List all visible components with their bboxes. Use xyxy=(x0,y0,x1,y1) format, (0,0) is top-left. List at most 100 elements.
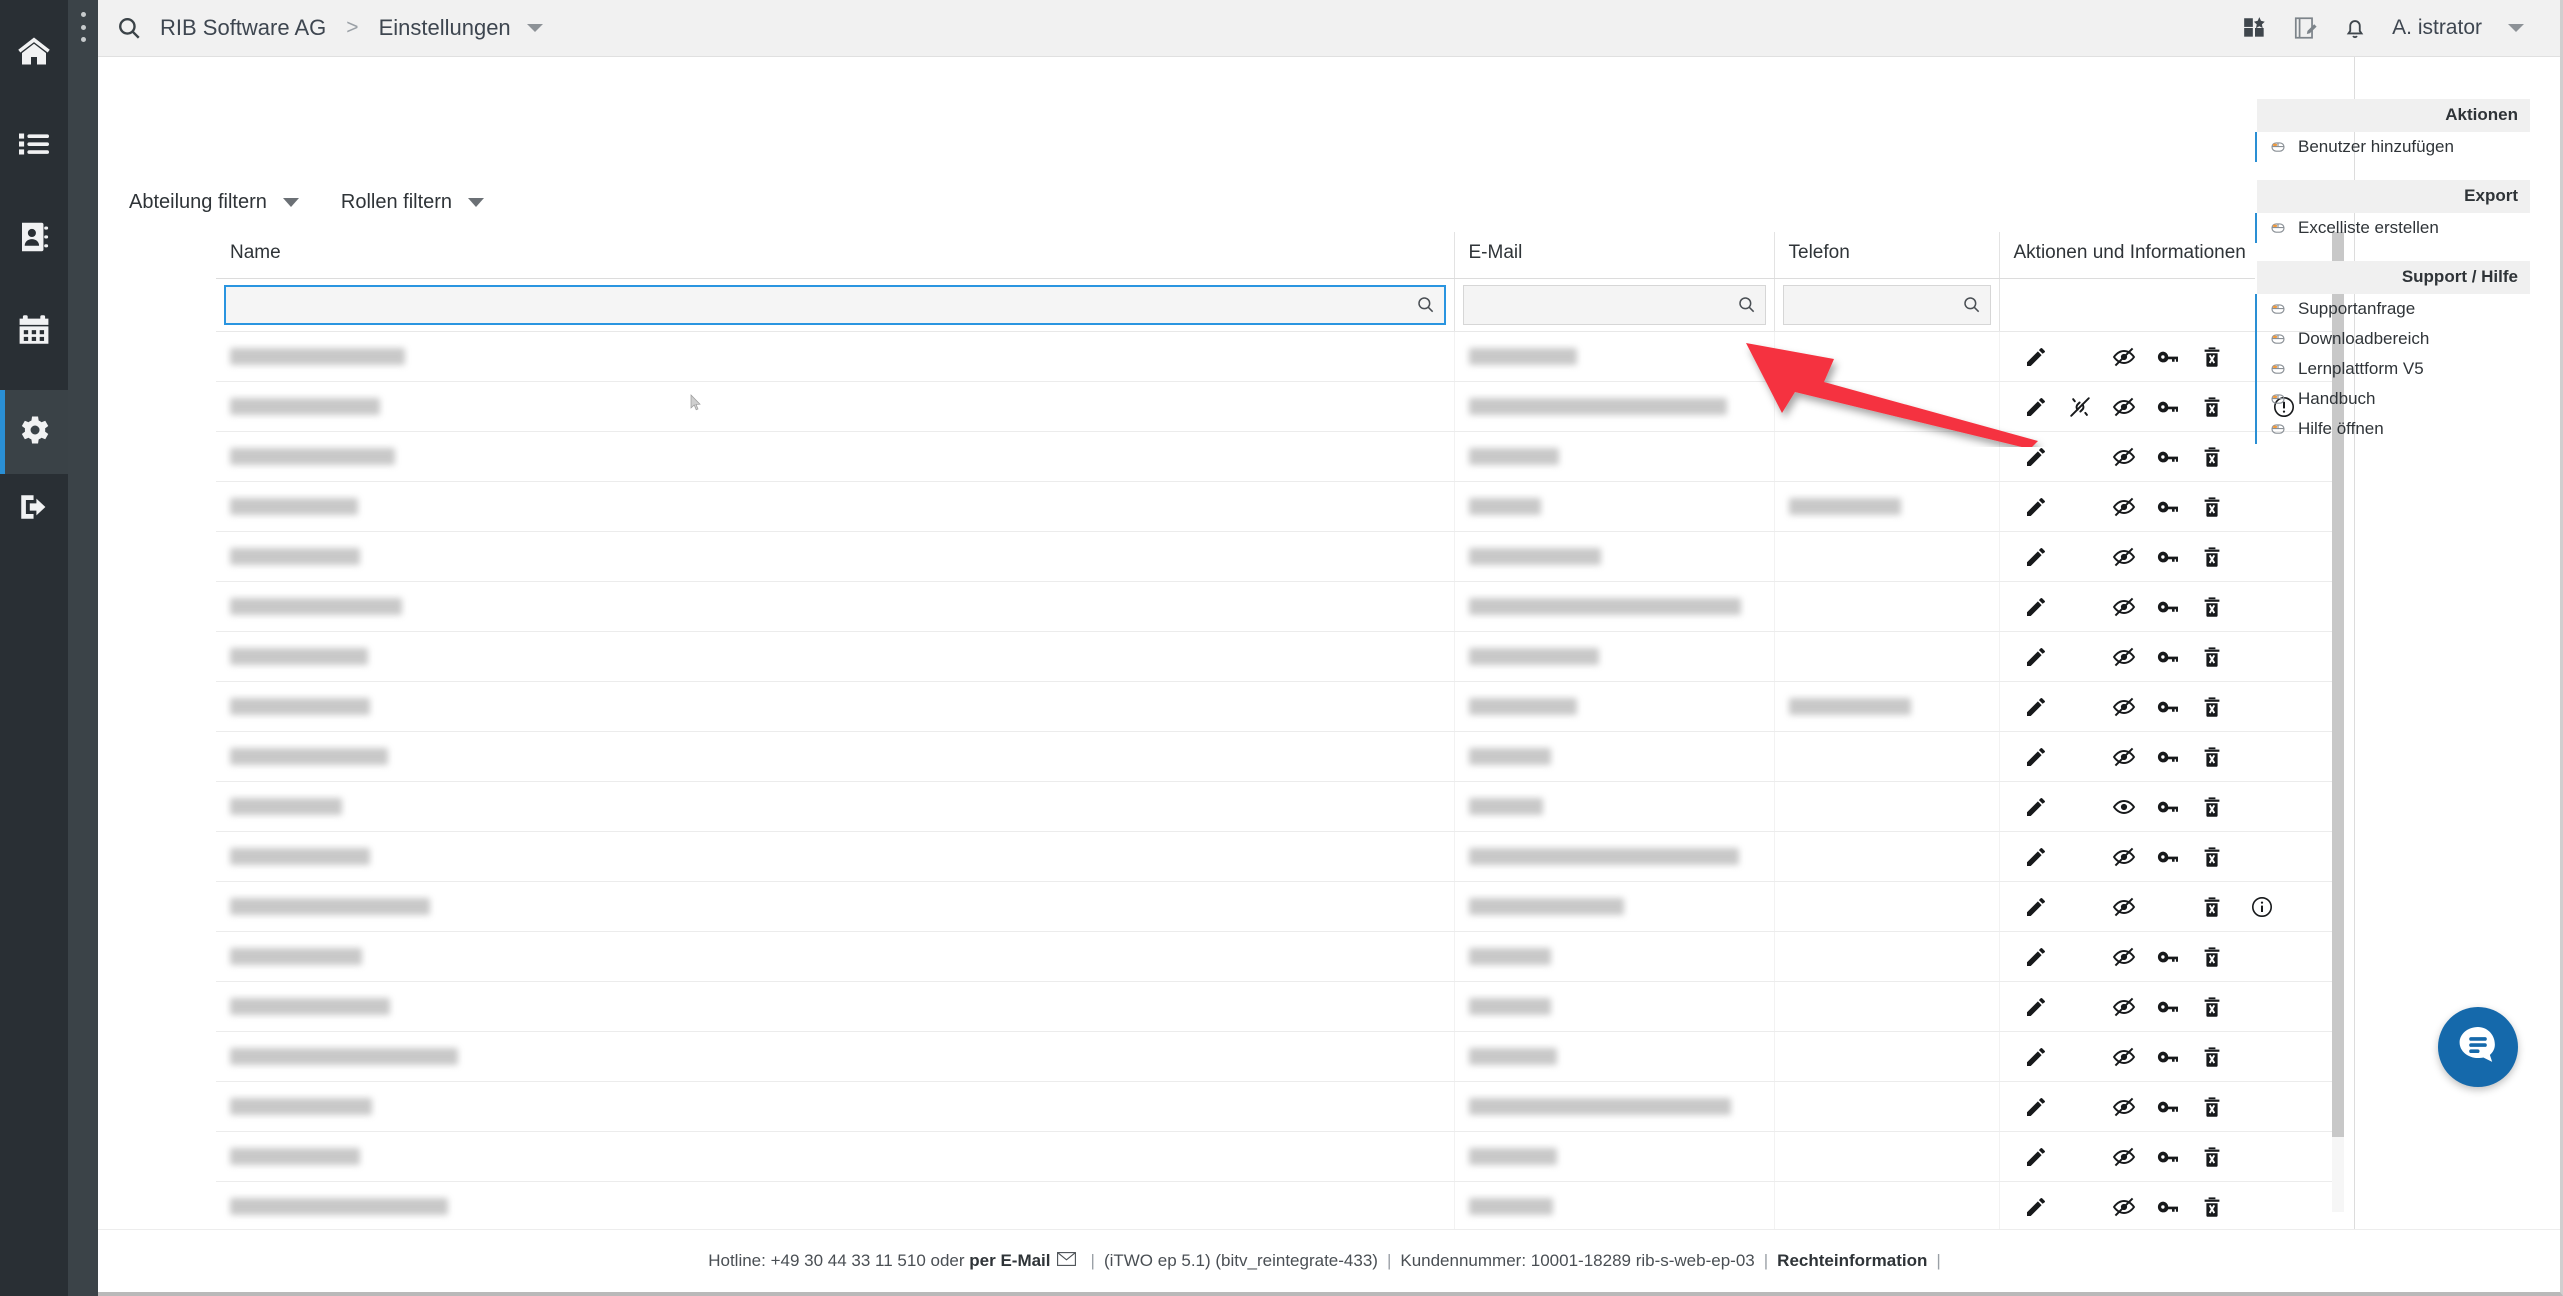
table-row[interactable] xyxy=(216,631,2344,682)
notes-icon[interactable] xyxy=(2292,15,2318,41)
chevron-down-icon[interactable] xyxy=(526,24,543,32)
table-row[interactable] xyxy=(216,331,2344,382)
edit-pencil-icon[interactable] xyxy=(2014,995,2058,1019)
eye-off-icon[interactable] xyxy=(2102,645,2146,669)
column-header-phone[interactable]: Telefon xyxy=(1774,232,2000,279)
eye-off-icon[interactable] xyxy=(2102,895,2146,919)
edit-pencil-icon[interactable] xyxy=(2014,595,2058,619)
edit-pencil-icon[interactable] xyxy=(2014,1095,2058,1119)
eye-off-icon[interactable] xyxy=(2102,545,2146,569)
sidebar-item-contacts[interactable] xyxy=(0,204,68,275)
edit-pencil-icon[interactable] xyxy=(2014,545,2058,569)
filter-abteilung[interactable]: Abteilung filtern xyxy=(123,187,305,218)
table-row[interactable] xyxy=(216,831,2344,882)
user-menu-label[interactable]: A. istrator xyxy=(2392,16,2482,40)
footer-legal-link[interactable]: Rechteinformation xyxy=(1777,1251,1927,1271)
eye-off-icon[interactable] xyxy=(2102,395,2146,419)
delete-trash-icon[interactable] xyxy=(2190,695,2234,719)
eye-off-icon[interactable] xyxy=(2102,595,2146,619)
edit-pencil-icon[interactable] xyxy=(2014,645,2058,669)
eye-off-icon[interactable] xyxy=(2102,695,2146,719)
table-row[interactable] xyxy=(216,431,2344,482)
broken-link-icon[interactable] xyxy=(2058,395,2102,419)
user-menu-chevron-down-icon[interactable] xyxy=(2508,24,2524,32)
edit-pencil-icon[interactable] xyxy=(2014,1045,2058,1069)
eye-off-icon[interactable] xyxy=(2102,945,2146,969)
table-row[interactable] xyxy=(216,1181,2344,1232)
table-row[interactable] xyxy=(216,381,2344,432)
sidebar-item-settings[interactable] xyxy=(0,390,68,474)
key-icon[interactable] xyxy=(2146,395,2190,419)
table-row[interactable] xyxy=(216,1081,2344,1132)
delete-trash-icon[interactable] xyxy=(2190,1045,2234,1069)
phone-search-input[interactable] xyxy=(1783,294,1990,316)
table-row[interactable] xyxy=(216,581,2344,632)
eye-off-icon[interactable] xyxy=(2102,495,2146,519)
delete-trash-icon[interactable] xyxy=(2190,395,2234,419)
table-row[interactable] xyxy=(216,981,2344,1032)
name-search-input[interactable] xyxy=(226,294,1444,316)
sidebar-item-home[interactable] xyxy=(0,18,68,89)
eye-off-icon[interactable] xyxy=(2102,845,2146,869)
eye-off-icon[interactable] xyxy=(2102,995,2146,1019)
table-row[interactable] xyxy=(216,931,2344,982)
breadcrumb-root[interactable]: RIB Software AG xyxy=(160,15,326,41)
edit-pencil-icon[interactable] xyxy=(2014,395,2058,419)
delete-trash-icon[interactable] xyxy=(2190,995,2234,1019)
key-icon[interactable] xyxy=(2146,1095,2190,1119)
sidebar-item-calendar[interactable] xyxy=(0,297,68,368)
edit-pencil-icon[interactable] xyxy=(2014,1195,2058,1219)
delete-trash-icon[interactable] xyxy=(2190,1095,2234,1119)
delete-trash-icon[interactable] xyxy=(2190,945,2234,969)
eye-off-icon[interactable] xyxy=(2102,1195,2146,1219)
table-row[interactable] xyxy=(216,1131,2344,1182)
table-row[interactable] xyxy=(216,881,2344,932)
panel-item-hilfe-ffnen[interactable]: Hilfe öffnen xyxy=(2257,414,2530,444)
table-row[interactable] xyxy=(216,731,2344,782)
key-icon[interactable] xyxy=(2146,595,2190,619)
key-icon[interactable] xyxy=(2146,645,2190,669)
key-icon[interactable] xyxy=(2146,845,2190,869)
delete-trash-icon[interactable] xyxy=(2190,745,2234,769)
key-icon[interactable] xyxy=(2146,345,2190,369)
delete-trash-icon[interactable] xyxy=(2190,645,2234,669)
key-icon[interactable] xyxy=(2146,945,2190,969)
panel-item-lernplattform-v5[interactable]: Lernplattform V5 xyxy=(2257,354,2530,384)
delete-trash-icon[interactable] xyxy=(2190,595,2234,619)
footer-mail-link[interactable]: per E-Mail xyxy=(969,1251,1050,1271)
table-row[interactable] xyxy=(216,781,2344,832)
panel-item-downloadbereich[interactable]: Downloadbereich xyxy=(2257,324,2530,354)
panel-item-handbuch[interactable]: Handbuch xyxy=(2257,384,2530,414)
drag-handle-dots[interactable] xyxy=(79,12,87,42)
key-icon[interactable] xyxy=(2146,995,2190,1019)
key-icon[interactable] xyxy=(2146,745,2190,769)
delete-trash-icon[interactable] xyxy=(2190,845,2234,869)
name-search-box[interactable] xyxy=(224,285,1446,325)
delete-trash-icon[interactable] xyxy=(2190,1145,2234,1169)
panel-item-supportanfrage[interactable]: Supportanfrage xyxy=(2257,294,2530,324)
edit-pencil-icon[interactable] xyxy=(2014,795,2058,819)
table-row[interactable] xyxy=(216,481,2344,532)
delete-trash-icon[interactable] xyxy=(2190,445,2234,469)
edit-pencil-icon[interactable] xyxy=(2014,945,2058,969)
search-icon[interactable] xyxy=(1962,295,1982,315)
column-header-email[interactable]: E-Mail xyxy=(1454,232,1775,279)
eye-off-icon[interactable] xyxy=(2102,445,2146,469)
filter-rollen[interactable]: Rollen filtern xyxy=(335,187,490,218)
edit-pencil-icon[interactable] xyxy=(2014,1145,2058,1169)
delete-trash-icon[interactable] xyxy=(2190,795,2234,819)
sidebar-item-list[interactable] xyxy=(0,111,68,182)
table-row[interactable] xyxy=(216,531,2344,582)
delete-trash-icon[interactable] xyxy=(2190,1195,2234,1219)
key-icon[interactable] xyxy=(2146,445,2190,469)
delete-trash-icon[interactable] xyxy=(2190,495,2234,519)
search-icon[interactable] xyxy=(1737,295,1757,315)
edit-pencil-icon[interactable] xyxy=(2014,445,2058,469)
breadcrumb-current[interactable]: Einstellungen xyxy=(379,15,511,41)
apps-icon[interactable] xyxy=(2242,15,2268,41)
key-icon[interactable] xyxy=(2146,495,2190,519)
key-icon[interactable] xyxy=(2146,545,2190,569)
search-icon[interactable] xyxy=(116,15,142,41)
delete-trash-icon[interactable] xyxy=(2190,345,2234,369)
search-icon[interactable] xyxy=(1416,295,1436,315)
